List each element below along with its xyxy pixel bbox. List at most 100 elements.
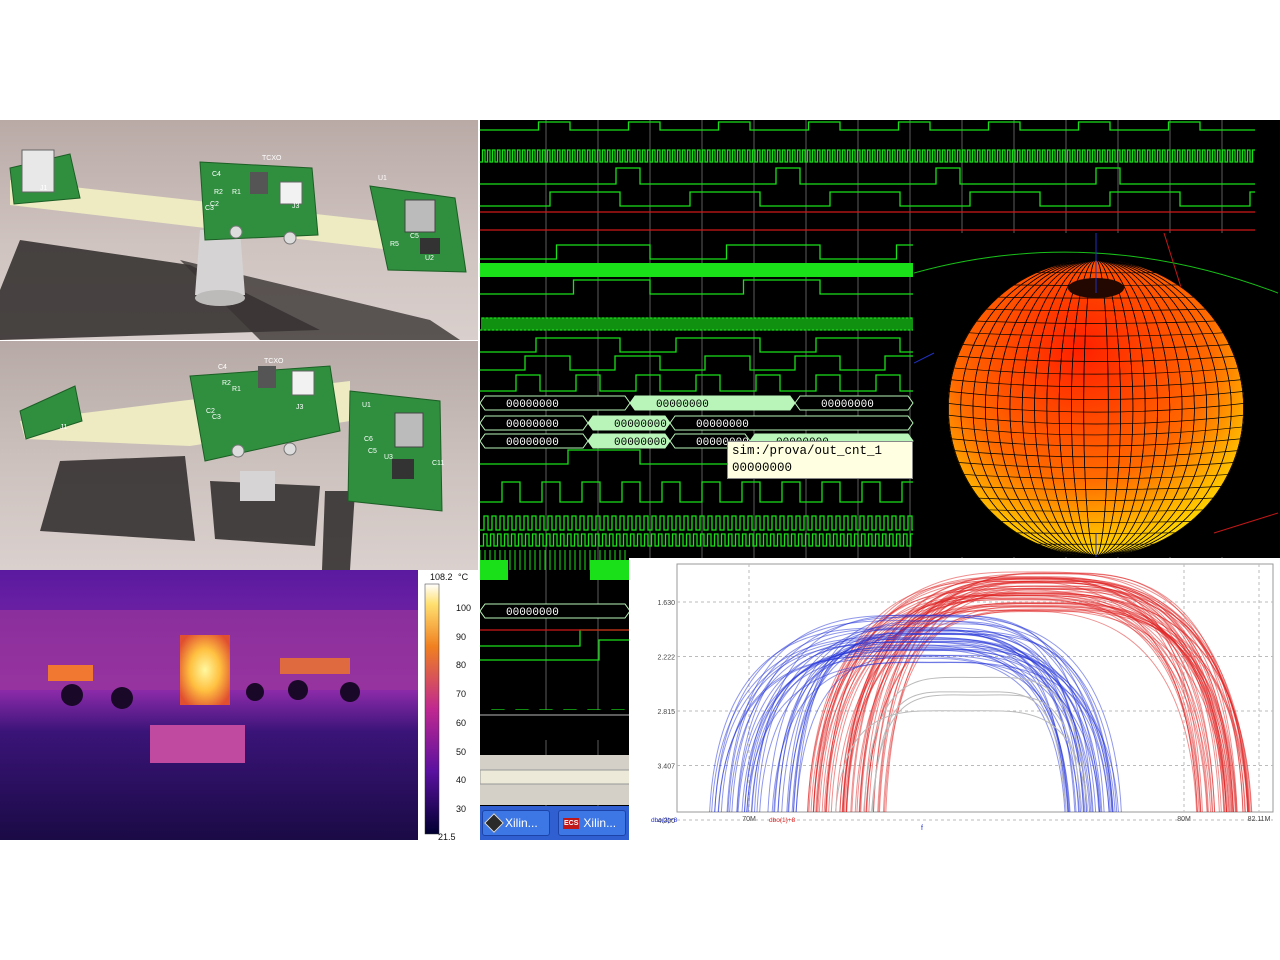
mount-hole [231,444,245,458]
silkscreen-label: U1 [378,175,387,182]
silkscreen-label: TCXO [264,358,284,365]
silkscreen-label: R1 [232,386,241,393]
silkscreen-label: C6 [364,436,373,443]
taskbar-item-modelsim[interactable]: Xilin... [482,810,550,836]
bus-value: 00000000 [506,437,559,449]
waveform-trace [480,244,913,260]
silkscreen-label: U2 [425,255,434,262]
thermal-image-svg [0,570,478,840]
tooltip-value: 00000000 [732,461,793,475]
thermal-tick: 100 [456,603,472,613]
pcb-shadow [40,456,195,541]
waveform-trace [480,191,1255,207]
y-tick-label: 2.815 [657,709,675,716]
legend-entry-2: dbo(1)+8 [769,817,796,824]
mount-hole [229,225,243,239]
thermal-unit: °C [458,572,469,582]
silkscreen-label: R1 [232,189,241,196]
hot-spot-center [180,635,230,705]
pcb-stand [240,471,275,501]
thermal-tick: 50 [456,746,467,757]
y-tick-label: 1.630 [657,600,675,607]
thermal-hole [61,684,83,706]
thermal-color-scale [424,583,440,835]
thermal-lower-part [150,725,245,763]
bus-value: 00000000 [506,419,559,431]
x-axis-label: f [921,825,923,832]
waveform-trace [480,149,1255,163]
silkscreen-label: TCXO [262,155,282,162]
silkscreen-label: R2 [222,380,231,387]
ic-u1 [394,412,424,448]
frequency-response-plot: 1.630 2.222 2.815 3.407 4.000 70M 80M 82.11M dbo… [629,558,1280,840]
silkscreen-label: C3 [212,414,221,421]
thermal-hole [111,687,133,709]
x-tick-label: 70M [742,816,756,823]
pcb-render-top-svg: J1C4R2C2C3R1TCXOJ3U1C5R5U2 [0,149,467,340]
waveform-trace [480,374,913,392]
y-tick-label: 2.222 [657,655,675,662]
modelsim-icon [484,813,504,833]
bus-value: 00000000 [506,607,559,619]
bus-value: 00000000 [614,437,667,449]
scrollbar[interactable] [480,769,631,785]
axis-line [914,352,935,364]
waveform-trace [480,481,913,503]
signal-tooltip: sim:/prova/out_cnt_1 00000000 [727,441,913,479]
axis-line [1213,512,1278,534]
pcb-render-top: J1 C4 R2 C2 C3 R1 TCXO J3 U1 C5 R5 U2 [0,120,478,340]
silkscreen-label: C3 [205,205,214,212]
silkscreen-label: J3 [296,404,304,411]
pcb-render-bottom: J1 C4 R2 C2 C3 R1 TCXO J3 U1 C6 C5 U3 C11 [0,341,478,570]
taskbar-item-label: Xilin... [505,816,538,830]
silkscreen-label: R5 [390,241,399,248]
legend-entry-1: dbo(2)+8 [651,817,678,824]
silkscreen-label: R2 [214,189,223,196]
thermal-tick: 40 [456,775,467,786]
taskbar-item-ecs[interactable]: ECS Xilin... [558,810,626,836]
silkscreen-label: J3 [292,203,300,210]
silkscreen-label: U3 [384,454,393,461]
bus-value: 00000000 [696,419,749,431]
x-tick-label: 82.11M [1248,816,1271,823]
plot-svg: 1.6302.2222.8153.4074.000 70M 80M 82.11Mdbo… [651,563,1274,832]
connector-j3 [291,370,315,396]
ecs-icon: ECS [563,817,580,829]
x-tick-label: 80M [1177,816,1191,823]
tcxo-chip [258,366,276,388]
waveform-trace [480,515,913,531]
tcxo-chip [250,172,268,194]
hot-spot-right [280,658,350,674]
silkscreen-label: C11 [432,460,444,467]
connector-j1 [21,149,55,193]
thermal-hole [340,682,360,702]
waveform-trace [480,337,913,353]
silkscreen-label: U1 [362,402,371,409]
waveform-trace [480,355,913,371]
thermal-image-panel: 108.2 °C 100 90 80 70 60 50 40 30 21.5 [0,570,478,840]
ic-u3 [392,459,414,479]
silkscreen-label: C5 [368,448,377,455]
silkscreen-label: J1 [40,185,48,192]
pcb-render-bottom-svg: J1C4R2C2C3R1TCXOJ3 U1C6C5U3C11 [19,358,444,570]
thermal-tick: 80 [456,660,467,671]
bus-value: 00000000 [614,419,667,431]
thermal-max: 108.2 [430,572,453,582]
pcb-board-right [347,390,443,512]
ic-u2 [420,238,440,254]
tooltip-signal: sim:/prova/out_cnt_1 [732,444,883,458]
waveform-trace [480,167,1255,185]
waveform-trace [480,629,630,647]
bus-block [480,560,508,580]
thermal-tick: 30 [456,803,467,814]
silkscreen-label: C4 [218,364,227,371]
bus-value: 00000000 [506,399,559,411]
thermal-hole [246,683,264,701]
waveform-trace [480,533,913,547]
ic-u1 [404,199,436,233]
waveform-trace [480,279,913,295]
dense-clock-signal [480,263,913,277]
thermal-tick: 90 [456,631,467,642]
waveform-trace [480,121,1255,131]
silkscreen-label: C4 [212,171,221,178]
